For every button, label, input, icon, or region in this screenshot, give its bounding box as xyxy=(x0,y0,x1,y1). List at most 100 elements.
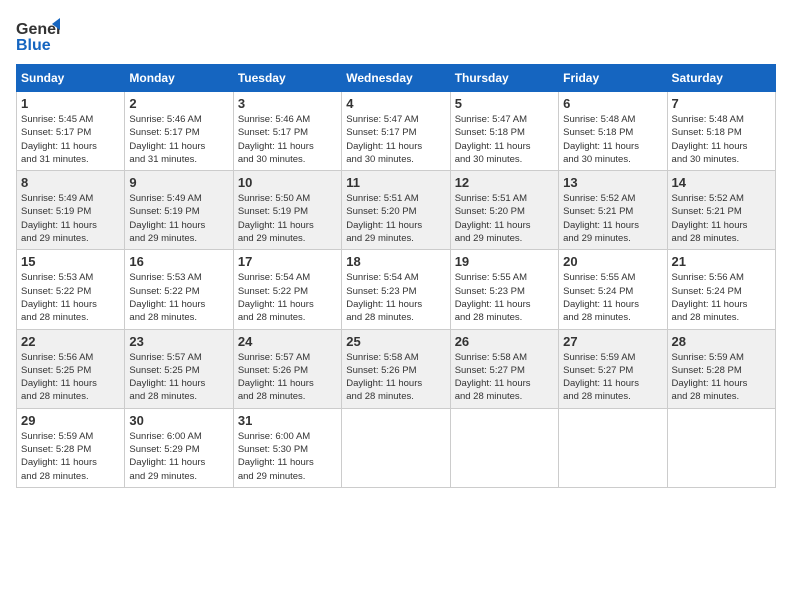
day-number: 22 xyxy=(21,334,120,349)
sunrise-label: Sunrise: 5:56 AM xyxy=(21,352,93,363)
daylight-label: Daylight: 11 hours xyxy=(455,220,531,231)
sunrise-label: Sunrise: 5:52 AM xyxy=(563,193,635,204)
day-number: 26 xyxy=(455,334,554,349)
daylight-minutes: and 28 minutes. xyxy=(672,312,740,323)
daylight-label: Daylight: 11 hours xyxy=(238,457,314,468)
calendar-header-row: SundayMondayTuesdayWednesdayThursdayFrid… xyxy=(17,65,776,92)
calendar-cell: 7 Sunrise: 5:48 AM Sunset: 5:18 PM Dayli… xyxy=(667,92,775,171)
day-header-sunday: Sunday xyxy=(17,65,125,92)
calendar-cell: 23 Sunrise: 5:57 AM Sunset: 5:25 PM Dayl… xyxy=(125,329,233,408)
calendar-cell: 19 Sunrise: 5:55 AM Sunset: 5:23 PM Dayl… xyxy=(450,250,558,329)
day-number: 3 xyxy=(238,96,337,111)
day-info: Sunrise: 5:48 AM Sunset: 5:18 PM Dayligh… xyxy=(563,113,662,166)
daylight-minutes: and 30 minutes. xyxy=(238,154,306,165)
daylight-minutes: and 28 minutes. xyxy=(21,471,89,482)
day-info: Sunrise: 5:45 AM Sunset: 5:17 PM Dayligh… xyxy=(21,113,120,166)
day-number: 18 xyxy=(346,254,445,269)
daylight-label: Daylight: 11 hours xyxy=(129,378,205,389)
day-header-tuesday: Tuesday xyxy=(233,65,341,92)
sunrise-label: Sunrise: 5:49 AM xyxy=(129,193,201,204)
calendar-cell xyxy=(667,408,775,487)
day-info: Sunrise: 5:56 AM Sunset: 5:25 PM Dayligh… xyxy=(21,351,120,404)
day-info: Sunrise: 5:46 AM Sunset: 5:17 PM Dayligh… xyxy=(129,113,228,166)
sunset-label: Sunset: 5:21 PM xyxy=(563,206,633,217)
sunset-label: Sunset: 5:20 PM xyxy=(346,206,416,217)
sunset-label: Sunset: 5:28 PM xyxy=(672,365,742,376)
sunset-label: Sunset: 5:22 PM xyxy=(129,286,199,297)
calendar-week-row: 15 Sunrise: 5:53 AM Sunset: 5:22 PM Dayl… xyxy=(17,250,776,329)
sunrise-label: Sunrise: 6:00 AM xyxy=(129,431,201,442)
daylight-label: Daylight: 11 hours xyxy=(21,299,97,310)
sunrise-label: Sunrise: 5:47 AM xyxy=(346,114,418,125)
sunrise-label: Sunrise: 5:48 AM xyxy=(672,114,744,125)
calendar-cell: 27 Sunrise: 5:59 AM Sunset: 5:27 PM Dayl… xyxy=(559,329,667,408)
daylight-minutes: and 28 minutes. xyxy=(21,312,89,323)
day-number: 10 xyxy=(238,175,337,190)
daylight-minutes: and 29 minutes. xyxy=(563,233,631,244)
calendar-cell: 29 Sunrise: 5:59 AM Sunset: 5:28 PM Dayl… xyxy=(17,408,125,487)
sunset-label: Sunset: 5:19 PM xyxy=(238,206,308,217)
day-number: 28 xyxy=(672,334,771,349)
sunrise-label: Sunrise: 5:58 AM xyxy=(455,352,527,363)
day-info: Sunrise: 5:55 AM Sunset: 5:23 PM Dayligh… xyxy=(455,271,554,324)
calendar-cell: 10 Sunrise: 5:50 AM Sunset: 5:19 PM Dayl… xyxy=(233,171,341,250)
sunrise-label: Sunrise: 5:55 AM xyxy=(455,272,527,283)
calendar-cell: 9 Sunrise: 5:49 AM Sunset: 5:19 PM Dayli… xyxy=(125,171,233,250)
sunset-label: Sunset: 5:24 PM xyxy=(563,286,633,297)
day-info: Sunrise: 5:50 AM Sunset: 5:19 PM Dayligh… xyxy=(238,192,337,245)
day-header-thursday: Thursday xyxy=(450,65,558,92)
day-number: 2 xyxy=(129,96,228,111)
calendar-cell: 3 Sunrise: 5:46 AM Sunset: 5:17 PM Dayli… xyxy=(233,92,341,171)
daylight-label: Daylight: 11 hours xyxy=(21,220,97,231)
sunrise-label: Sunrise: 5:46 AM xyxy=(129,114,201,125)
day-info: Sunrise: 5:48 AM Sunset: 5:18 PM Dayligh… xyxy=(672,113,771,166)
day-number: 16 xyxy=(129,254,228,269)
calendar-week-row: 1 Sunrise: 5:45 AM Sunset: 5:17 PM Dayli… xyxy=(17,92,776,171)
day-info: Sunrise: 5:51 AM Sunset: 5:20 PM Dayligh… xyxy=(346,192,445,245)
daylight-minutes: and 28 minutes. xyxy=(672,233,740,244)
calendar-week-row: 22 Sunrise: 5:56 AM Sunset: 5:25 PM Dayl… xyxy=(17,329,776,408)
daylight-minutes: and 29 minutes. xyxy=(346,233,414,244)
daylight-label: Daylight: 11 hours xyxy=(21,457,97,468)
calendar-cell: 4 Sunrise: 5:47 AM Sunset: 5:17 PM Dayli… xyxy=(342,92,450,171)
calendar-cell: 26 Sunrise: 5:58 AM Sunset: 5:27 PM Dayl… xyxy=(450,329,558,408)
sunset-label: Sunset: 5:19 PM xyxy=(21,206,91,217)
day-number: 11 xyxy=(346,175,445,190)
sunset-label: Sunset: 5:26 PM xyxy=(346,365,416,376)
daylight-minutes: and 28 minutes. xyxy=(129,391,197,402)
daylight-minutes: and 28 minutes. xyxy=(563,391,631,402)
daylight-label: Daylight: 11 hours xyxy=(455,378,531,389)
day-number: 17 xyxy=(238,254,337,269)
daylight-label: Daylight: 11 hours xyxy=(563,141,639,152)
calendar-cell xyxy=(342,408,450,487)
daylight-minutes: and 28 minutes. xyxy=(672,391,740,402)
day-info: Sunrise: 5:55 AM Sunset: 5:24 PM Dayligh… xyxy=(563,271,662,324)
sunrise-label: Sunrise: 5:52 AM xyxy=(672,193,744,204)
calendar-cell: 21 Sunrise: 5:56 AM Sunset: 5:24 PM Dayl… xyxy=(667,250,775,329)
day-number: 29 xyxy=(21,413,120,428)
sunset-label: Sunset: 5:17 PM xyxy=(21,127,91,138)
daylight-minutes: and 30 minutes. xyxy=(455,154,523,165)
daylight-minutes: and 30 minutes. xyxy=(563,154,631,165)
calendar-cell: 13 Sunrise: 5:52 AM Sunset: 5:21 PM Dayl… xyxy=(559,171,667,250)
day-number: 13 xyxy=(563,175,662,190)
daylight-label: Daylight: 11 hours xyxy=(238,220,314,231)
daylight-label: Daylight: 11 hours xyxy=(129,457,205,468)
daylight-minutes: and 29 minutes. xyxy=(21,233,89,244)
sunset-label: Sunset: 5:17 PM xyxy=(346,127,416,138)
day-info: Sunrise: 5:59 AM Sunset: 5:28 PM Dayligh… xyxy=(21,430,120,483)
sunset-label: Sunset: 5:17 PM xyxy=(129,127,199,138)
calendar-cell: 17 Sunrise: 5:54 AM Sunset: 5:22 PM Dayl… xyxy=(233,250,341,329)
day-info: Sunrise: 5:54 AM Sunset: 5:22 PM Dayligh… xyxy=(238,271,337,324)
daylight-label: Daylight: 11 hours xyxy=(346,299,422,310)
day-number: 4 xyxy=(346,96,445,111)
day-number: 14 xyxy=(672,175,771,190)
daylight-label: Daylight: 11 hours xyxy=(455,299,531,310)
day-info: Sunrise: 6:00 AM Sunset: 5:30 PM Dayligh… xyxy=(238,430,337,483)
day-info: Sunrise: 5:52 AM Sunset: 5:21 PM Dayligh… xyxy=(563,192,662,245)
daylight-label: Daylight: 11 hours xyxy=(238,378,314,389)
day-number: 20 xyxy=(563,254,662,269)
day-info: Sunrise: 5:57 AM Sunset: 5:26 PM Dayligh… xyxy=(238,351,337,404)
sunset-label: Sunset: 5:22 PM xyxy=(238,286,308,297)
daylight-label: Daylight: 11 hours xyxy=(346,378,422,389)
